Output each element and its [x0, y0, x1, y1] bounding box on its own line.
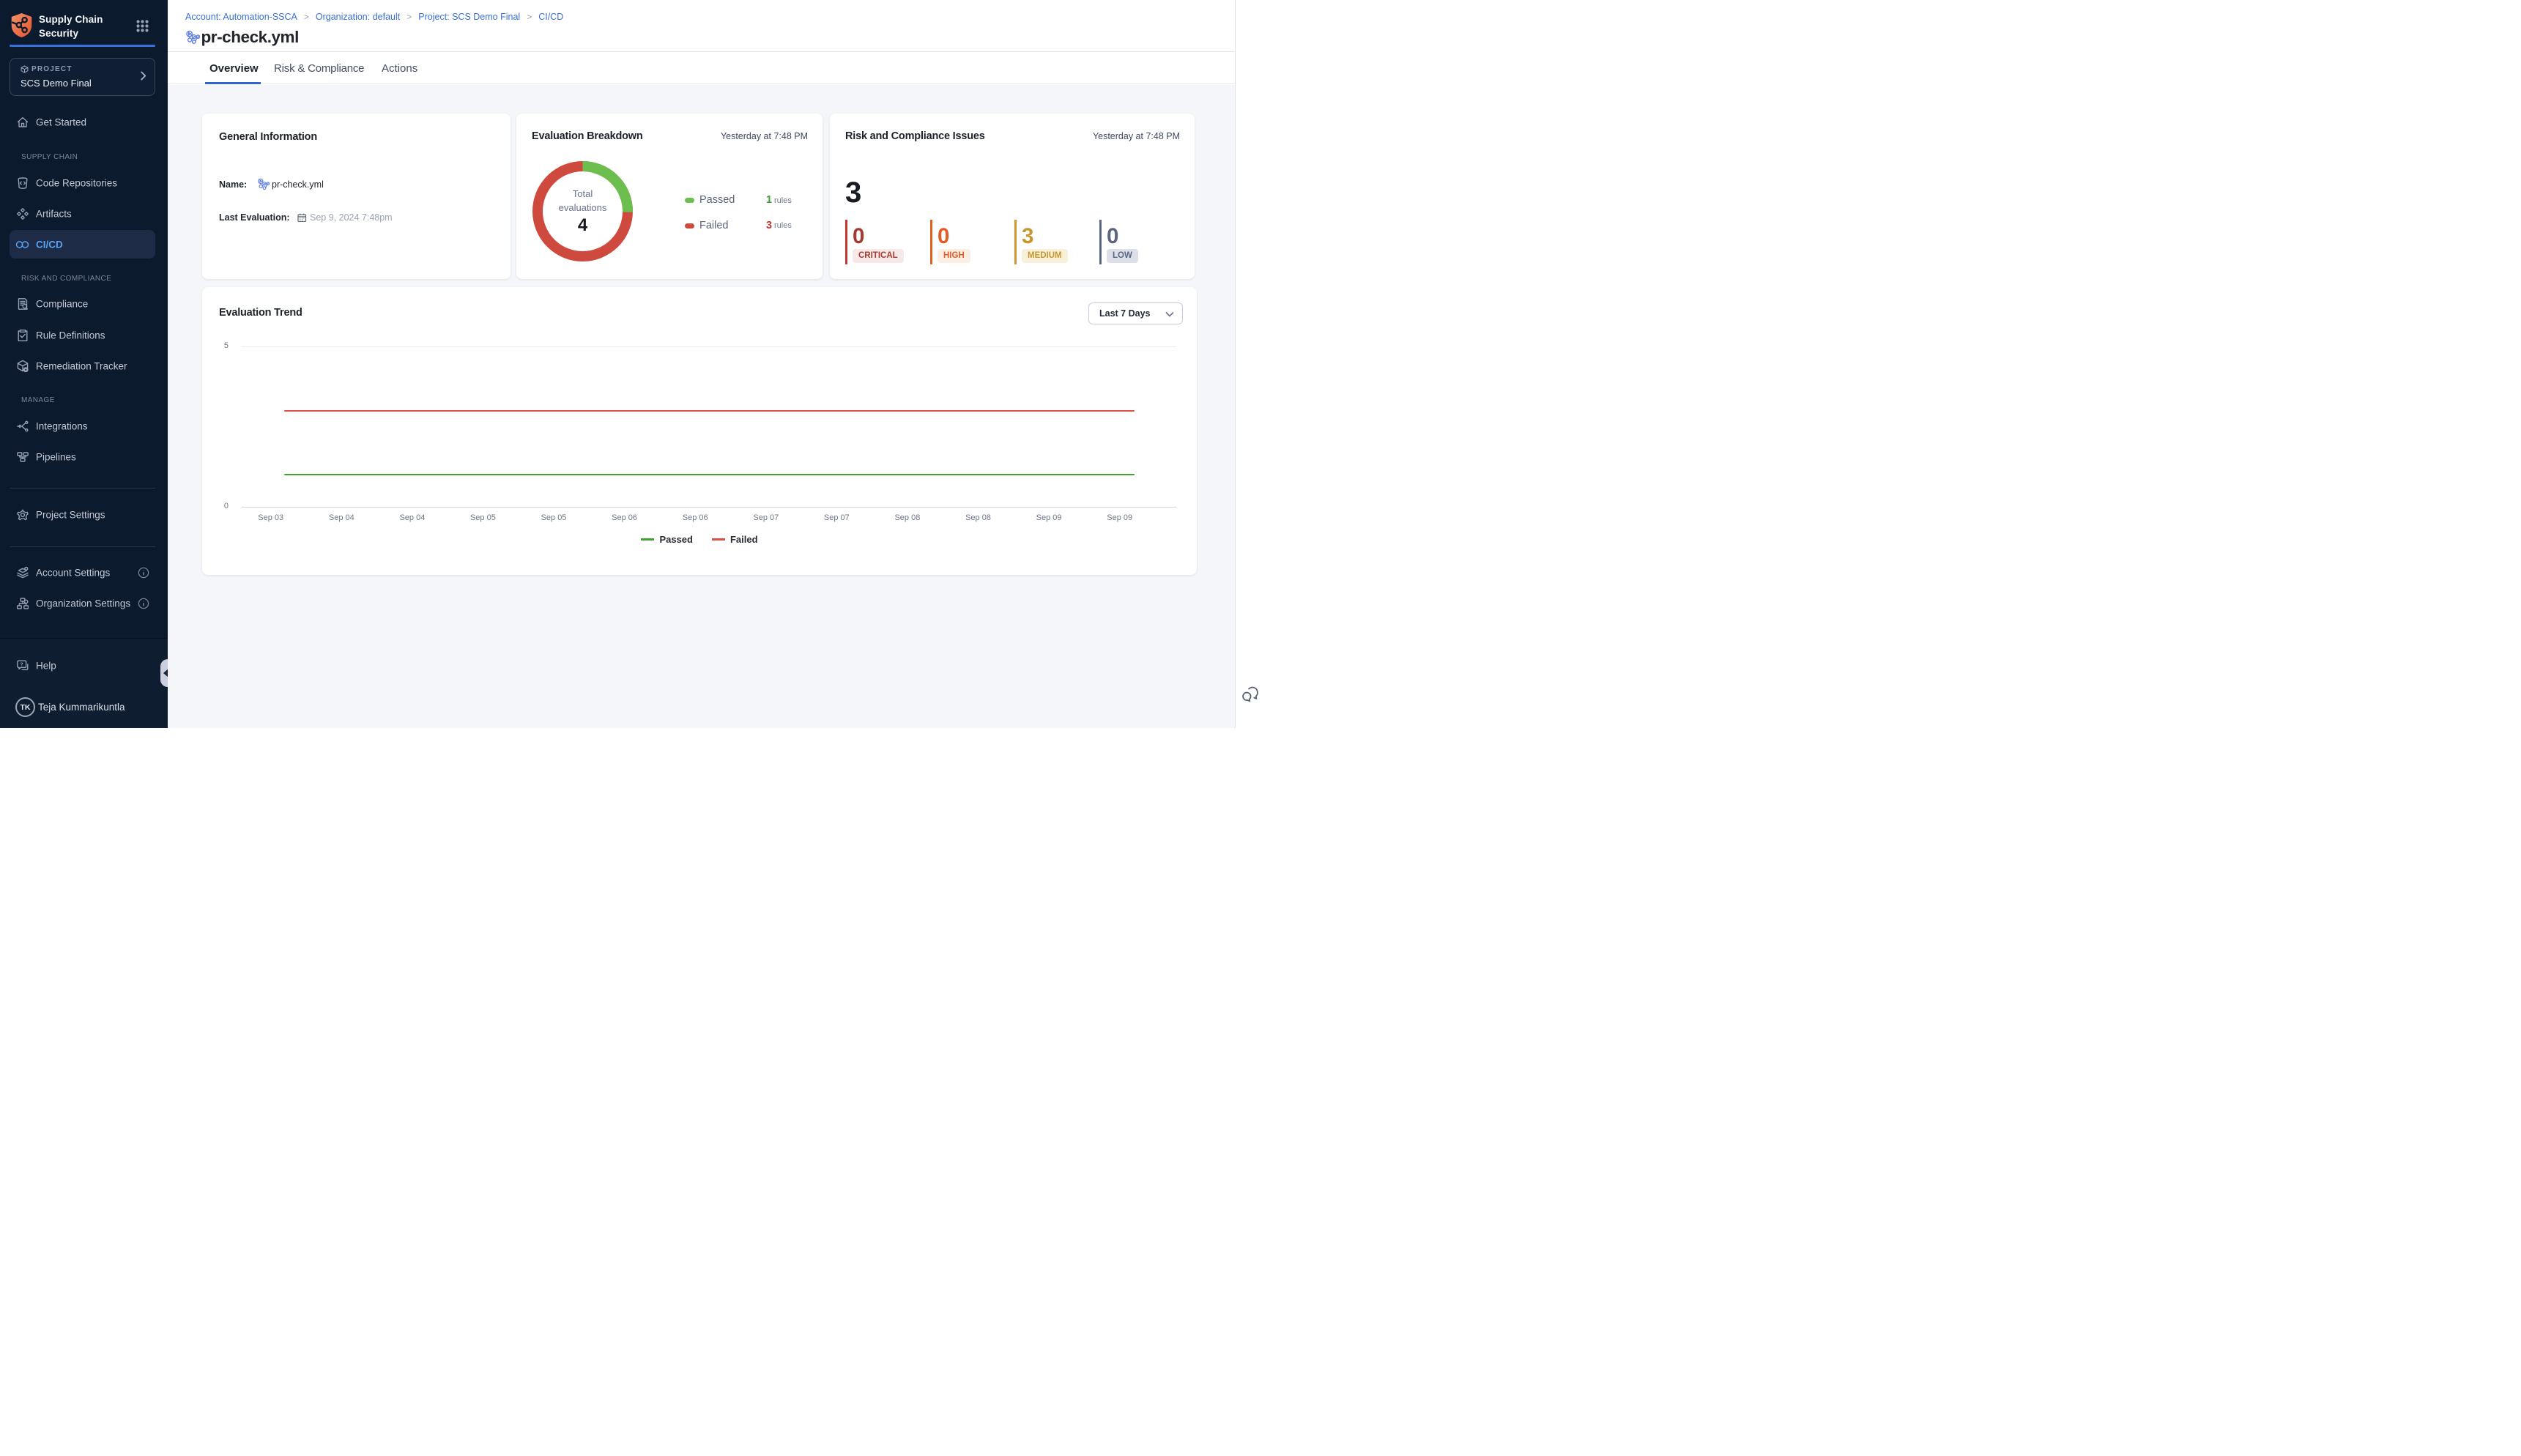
- svg-text:?: ?: [20, 662, 23, 667]
